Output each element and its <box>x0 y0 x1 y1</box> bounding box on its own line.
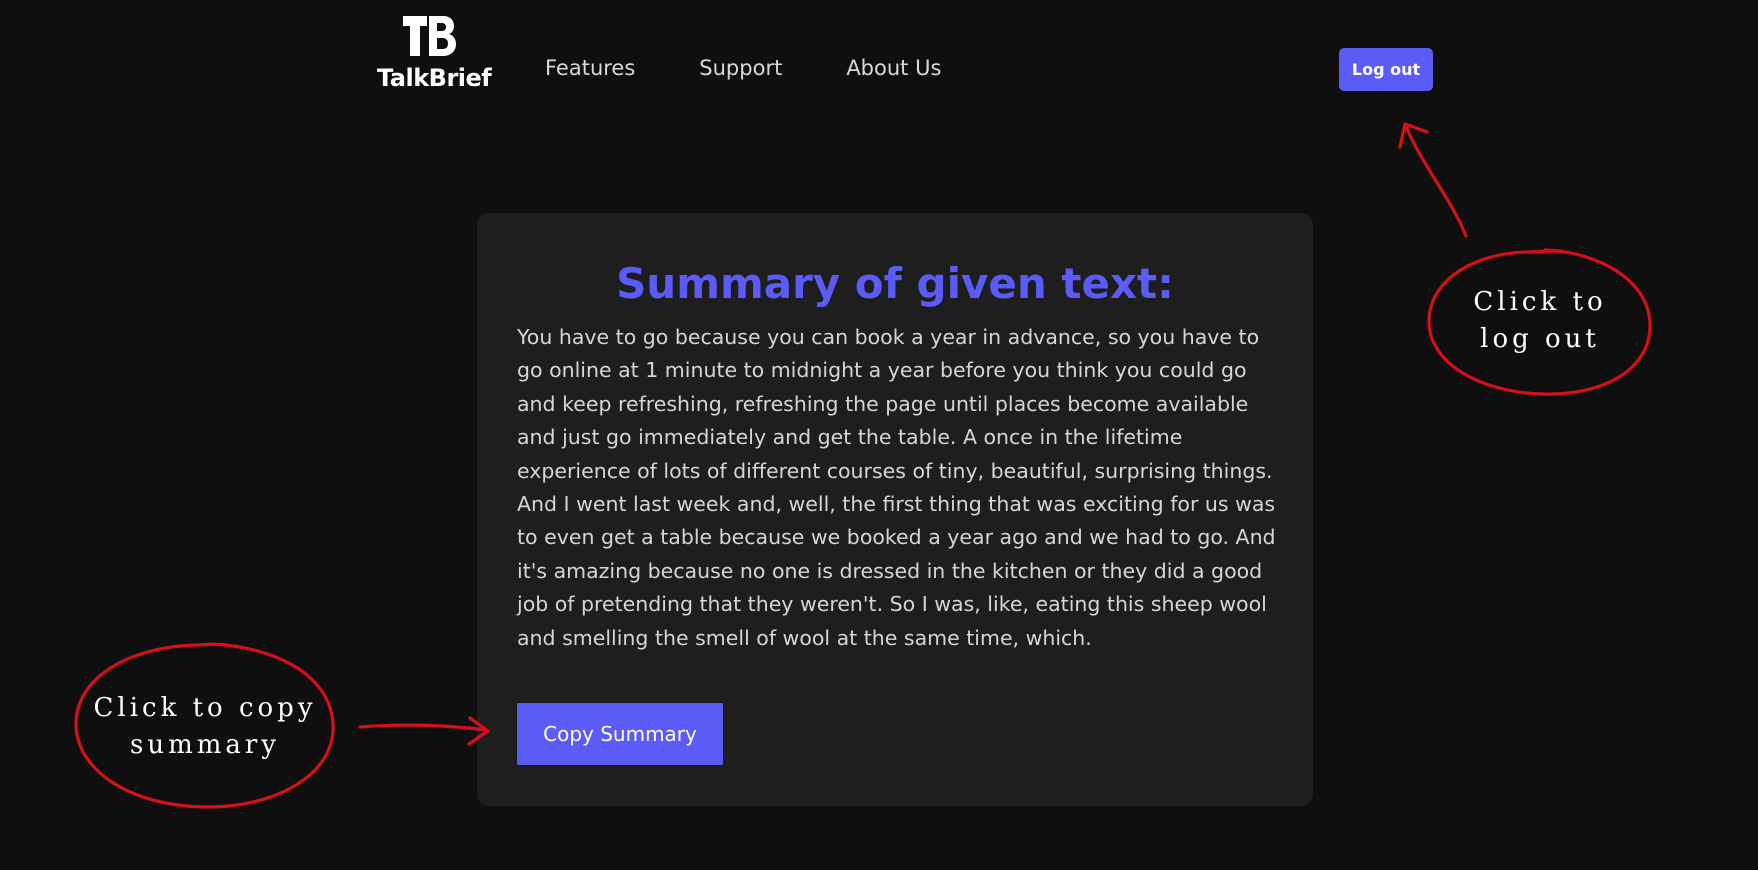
main-nav: Features Support About Us <box>545 56 1005 80</box>
logout-annotation-label: Click to log out <box>1430 284 1650 358</box>
brand-name: TalkBrief <box>377 64 492 92</box>
nav-item-features[interactable]: Features <box>545 56 635 80</box>
nav-item-about-us[interactable]: About Us <box>846 56 941 80</box>
nav-item-support[interactable]: Support <box>699 56 782 80</box>
logout-annotation-line1: Click to <box>1473 287 1607 317</box>
logout-annotation-line2: log out <box>1480 324 1600 354</box>
summary-title: Summary of given text: <box>616 259 1174 308</box>
copy-annotation-line2: summary <box>129 730 280 760</box>
logout-annotation-arrowhead <box>1398 122 1429 149</box>
logout-button[interactable]: Log out <box>1339 48 1433 91</box>
copy-annotation-line1: Click to copy <box>93 693 317 723</box>
summary-text: You have to go because you can book a ye… <box>517 325 1276 650</box>
logout-annotation-arrow <box>1403 122 1468 238</box>
summary-card: Summary of given text: You have to go be… <box>477 213 1313 806</box>
copy-annotation-label: Click to copy summary <box>85 690 325 764</box>
copy-annotation-arrow <box>358 723 488 732</box>
brand-logo[interactable]: TalkBrief <box>377 12 492 92</box>
copy-summary-button[interactable]: Copy Summary <box>517 703 723 765</box>
talkbrief-logo-icon <box>403 16 456 56</box>
